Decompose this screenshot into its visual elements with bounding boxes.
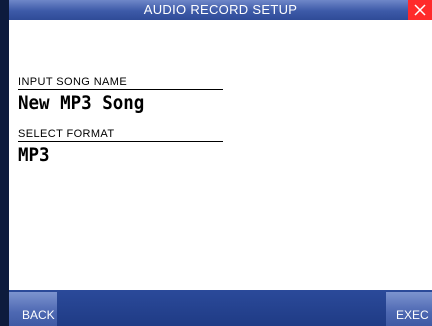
title-bar: AUDIO RECORD SETUP — [9, 0, 432, 20]
format-label: SELECT FORMAT — [18, 128, 223, 142]
setup-panel: INPUT SONG NAME New MP3 Song SELECT FORM… — [9, 20, 432, 290]
soft-key-bar: BACK EXEC — [9, 290, 432, 326]
back-label: BACK — [22, 308, 55, 322]
back-button[interactable]: BACK — [9, 292, 57, 326]
song-name-label: INPUT SONG NAME — [18, 76, 223, 90]
close-x-icon — [414, 4, 426, 16]
exec-button[interactable]: EXEC — [386, 292, 432, 326]
format-value[interactable]: MP3 — [18, 144, 207, 166]
screen-frame: AUDIO RECORD SETUP INPUT SONG NAME New M… — [0, 0, 432, 326]
song-name-field[interactable]: INPUT SONG NAME New MP3 Song — [18, 76, 223, 114]
close-button[interactable] — [408, 0, 432, 20]
song-name-value[interactable]: New MP3 Song — [18, 92, 207, 114]
exec-label: EXEC — [396, 308, 429, 322]
page-title: AUDIO RECORD SETUP — [143, 2, 298, 17]
format-field[interactable]: SELECT FORMAT MP3 — [18, 128, 223, 166]
